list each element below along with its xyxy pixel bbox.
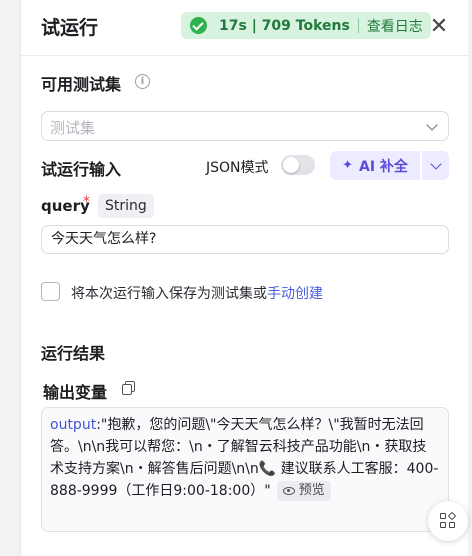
output-value: :"抱歉，您的问题\"今天天气怎么样？\"我暂时无法回答。\n\n我可以帮您：\… <box>50 417 439 499</box>
preview-button[interactable]: 预览 <box>276 481 331 501</box>
eye-icon <box>282 487 295 495</box>
ai-fill-dropdown-button[interactable] <box>422 151 449 180</box>
json-mode-toggle[interactable] <box>281 155 315 175</box>
test-set-label: 可用测试集 <box>41 75 122 94</box>
sparkle-icon: ✦ <box>342 158 353 173</box>
chevron-down-icon <box>426 119 438 131</box>
chevron-down-icon <box>430 158 442 170</box>
run-status-badge: 17s | 709 Tokens 查看日志 <box>181 12 431 39</box>
run-result-label: 运行结果 <box>41 344 106 363</box>
output-variable-label: 输出变量 <box>43 383 108 402</box>
copy-icon[interactable] <box>122 381 135 395</box>
save-as-test-set-checkbox[interactable] <box>41 282 60 301</box>
panel-title: 试运行 <box>41 17 99 39</box>
test-run-panel: 试运行 17s | 709 Tokens 查看日志 ✕ 可用测试集 i 测试集 … <box>20 0 469 556</box>
view-log-link[interactable]: 查看日志 <box>367 16 423 36</box>
run-input-label: 试运行输入 <box>41 160 122 179</box>
apps-grid-icon <box>440 511 457 529</box>
manual-create-link[interactable]: 手动创建 <box>267 286 323 302</box>
info-icon[interactable]: i <box>135 74 150 89</box>
toggle-knob <box>283 157 299 173</box>
required-mark: * <box>83 194 90 210</box>
check-circle-icon <box>190 17 207 34</box>
ai-fill-button[interactable]: ✦ AI 补全 <box>330 151 420 180</box>
query-input[interactable]: 今天天气怎么样? <box>41 225 449 254</box>
output-box: output:"抱歉，您的问题\"今天天气怎么样？\"我暂时无法回答。\n\n我… <box>41 407 449 532</box>
preview-label: 预览 <box>298 483 325 498</box>
save-as-test-set-text: 将本次运行输入保存为测试集或手动创建 <box>71 283 323 303</box>
test-set-placeholder: 测试集 <box>50 119 96 137</box>
param-type-tag: String <box>98 194 154 218</box>
badge-divider <box>357 18 359 33</box>
save-as-test-set-label: 将本次运行输入保存为测试集或 <box>71 286 267 302</box>
json-mode-label: JSON模式 <box>206 160 269 176</box>
panel-header: 试运行 17s | 709 Tokens 查看日志 ✕ <box>21 0 469 56</box>
output-key: output <box>50 417 97 433</box>
ai-fill-label: AI 补全 <box>358 158 408 175</box>
test-set-select[interactable]: 测试集 <box>41 111 449 141</box>
floating-action-button[interactable] <box>428 501 468 541</box>
run-stats: 17s | 709 Tokens <box>219 17 350 34</box>
close-icon: ✕ <box>429 13 449 39</box>
close-button[interactable]: ✕ <box>427 13 451 39</box>
